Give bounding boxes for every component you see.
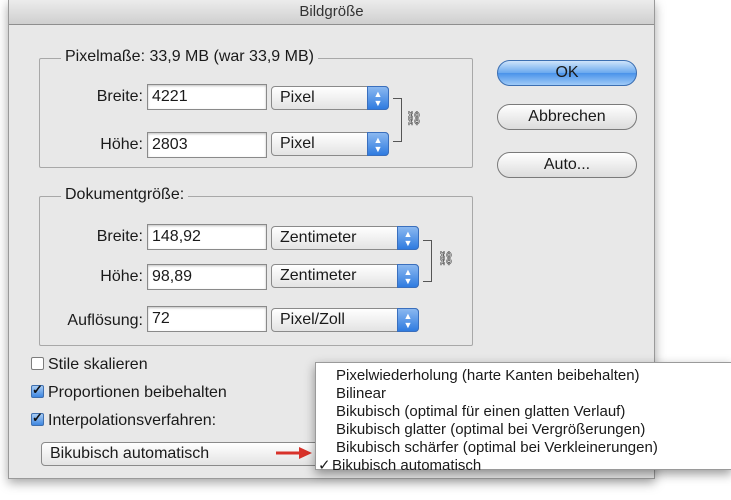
constrain-proportions-label: Proportionen beibehalten: [48, 384, 227, 401]
menu-item-nearest-neighbor[interactable]: Pixelwiederholung (harte Kanten beibehal…: [322, 367, 640, 385]
menu-item-label: Bikubisch glatter (optimal bei Vergrößer…: [336, 421, 646, 438]
up-down-arrows-icon: ▲ ▼: [367, 132, 389, 156]
doc-height-input[interactable]: 98,89: [147, 264, 267, 290]
pixel-height-unit-select[interactable]: Pixel ▲ ▼: [271, 132, 389, 156]
up-down-arrows-icon: ▲ ▼: [397, 226, 419, 250]
chain-link-icon: ⛓: [405, 110, 423, 126]
constrain-proportions-checkbox[interactable]: Proportionen beibehalten: [31, 382, 227, 402]
doc-height-unit-value: Zentimeter: [280, 267, 357, 284]
resample-checkbox[interactable]: Interpolationsverfahren:: [31, 410, 217, 430]
doc-width-label: Breite:: [96, 228, 143, 245]
pixel-dimensions-legend: Pixelmaße: 33,9 MB (war 33,9 MB): [61, 48, 318, 66]
auto-button[interactable]: Auto...: [497, 152, 637, 178]
resample-label: Interpolationsverfahren:: [48, 412, 217, 429]
pixel-height-unit-value: Pixel: [280, 135, 315, 152]
menu-item-bicubic[interactable]: Bikubisch (optimal für einen glatten Ver…: [322, 403, 625, 421]
doc-width-input[interactable]: 148,92: [147, 224, 267, 250]
pixel-width-label: Breite:: [96, 88, 143, 105]
resolution-unit-select[interactable]: Pixel/Zoll ▲ ▼: [271, 308, 419, 332]
doc-width-unit-select[interactable]: Zentimeter ▲ ▼: [271, 226, 419, 250]
scale-styles-checkbox[interactable]: Stile skalieren: [31, 356, 148, 374]
menu-item-label: Bikubisch automatisch: [332, 457, 482, 474]
chain-link-icon: ⛓: [437, 250, 455, 266]
menu-item-bilinear[interactable]: Bilinear: [322, 385, 386, 403]
resolution-unit-value: Pixel/Zoll: [280, 311, 345, 328]
dialog-title: Bildgröße: [9, 0, 654, 25]
doc-width-unit-value: Zentimeter: [280, 229, 357, 246]
doc-link-bracket: [423, 240, 432, 282]
cancel-button[interactable]: Abbrechen: [497, 104, 637, 130]
menu-item-label: Pixelwiederholung (harte Kanten beibehal…: [336, 367, 640, 384]
pixel-height-label: Höhe:: [100, 136, 143, 153]
interpolation-select-value: Bikubisch automatisch: [50, 445, 210, 462]
up-down-arrows-icon: ▲ ▼: [397, 308, 419, 332]
doc-height-unit-select[interactable]: Zentimeter ▲ ▼: [271, 264, 419, 288]
menu-item-bicubic-sharper[interactable]: Bikubisch schärfer (optimal bei Verklein…: [322, 439, 658, 457]
pixel-link-bracket: [393, 98, 402, 142]
pixel-width-input[interactable]: 4221: [147, 84, 267, 110]
pixel-width-unit-select[interactable]: Pixel ▲ ▼: [271, 86, 389, 110]
check-mark-icon: ✓: [318, 457, 331, 474]
document-size-legend: Dokumentgröße:: [61, 186, 189, 204]
up-down-arrows-icon: ▲ ▼: [397, 264, 419, 288]
pixel-width-unit-value: Pixel: [280, 89, 315, 106]
menu-item-label: Bikubisch (optimal für einen glatten Ver…: [336, 403, 626, 420]
checkbox-checked-icon: [31, 410, 44, 426]
checkbox-checked-icon: [31, 382, 44, 398]
ok-button[interactable]: OK: [497, 60, 637, 86]
doc-height-label: Höhe:: [100, 268, 143, 285]
interpolation-menu: Pixelwiederholung (harte Kanten beibehal…: [315, 362, 731, 474]
menu-item-bicubic-smoother[interactable]: Bikubisch glatter (optimal bei Vergrößer…: [322, 421, 645, 439]
red-arrow-icon: [276, 447, 312, 459]
menu-item-bicubic-automatic[interactable]: ✓Bikubisch automatisch: [318, 457, 481, 475]
resolution-input[interactable]: 72: [147, 306, 267, 332]
scale-styles-label: Stile skalieren: [48, 356, 148, 373]
menu-item-label: Bilinear: [336, 385, 387, 402]
menu-item-label: Bikubisch schärfer (optimal bei Verklein…: [336, 439, 658, 456]
pixel-height-input[interactable]: 2803: [147, 132, 267, 158]
resolution-label: Auflösung:: [67, 312, 143, 329]
checkbox-unchecked-icon: [31, 357, 44, 370]
up-down-arrows-icon: ▲ ▼: [367, 86, 389, 110]
